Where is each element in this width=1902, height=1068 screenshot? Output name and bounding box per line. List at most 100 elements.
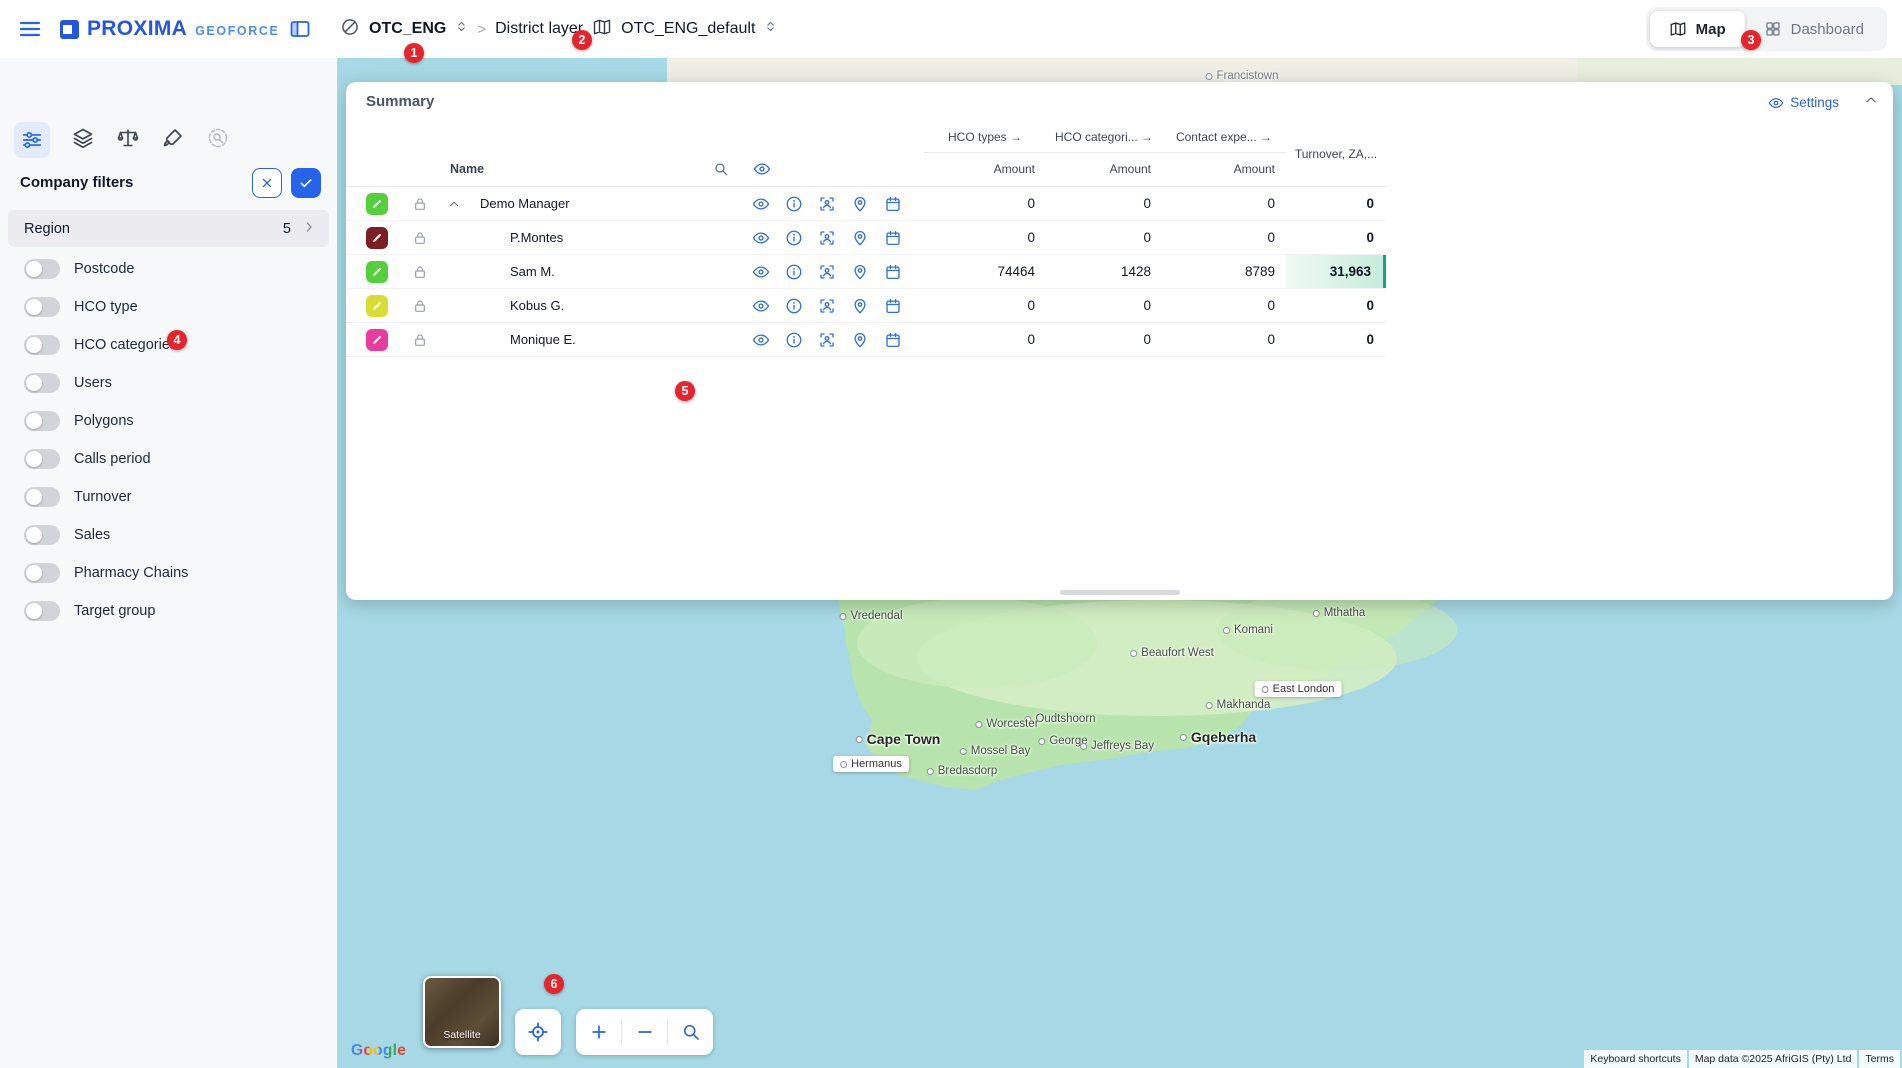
calendar-icon[interactable] <box>884 229 902 247</box>
zoom-in-button[interactable] <box>576 1009 621 1055</box>
user-focus-icon[interactable] <box>818 263 836 281</box>
table-row-sam-m[interactable]: Sam M. 74464 1428 8789 31,963 <box>346 255 1386 289</box>
column-group-hco-categories[interactable]: HCO categori... → <box>1055 130 1153 144</box>
visibility-icon[interactable] <box>752 229 770 247</box>
panel-resize-handle[interactable] <box>1060 590 1180 595</box>
lock-icon[interactable] <box>402 255 438 288</box>
city-dot <box>1223 627 1230 634</box>
location-pin-icon[interactable] <box>851 297 869 315</box>
target-group-toggle[interactable] <box>24 601 60 621</box>
satellite-view-toggle[interactable]: Satellite <box>423 976 501 1048</box>
table-row-kobus-g[interactable]: Kobus G. 0 0 0 0 <box>346 289 1386 323</box>
table-row-monique-e[interactable]: Monique E. 0 0 0 0 <box>346 323 1386 357</box>
calendar-icon[interactable] <box>884 297 902 315</box>
map-city-label: Beaufort West <box>1130 647 1214 659</box>
polygons-toggle[interactable] <box>24 411 60 431</box>
info-icon[interactable] <box>785 229 803 247</box>
visibility-icon[interactable] <box>752 297 770 315</box>
turnover-toggle[interactable] <box>24 487 60 507</box>
keyboard-shortcuts-link[interactable]: Keyboard shortcuts <box>1584 1050 1686 1068</box>
turnover-value: 0 <box>1286 187 1386 220</box>
brand-suffix: GEOFORCE <box>195 24 279 38</box>
edit-pencil-icon[interactable] <box>366 227 388 249</box>
zoom-out-button[interactable] <box>622 1009 667 1055</box>
map-attribution: Keyboard shortcuts Map data ©2025 AfriGI… <box>1584 1050 1900 1068</box>
locate-button[interactable] <box>515 1009 561 1055</box>
lock-icon[interactable] <box>402 221 438 254</box>
city-dot <box>1038 738 1045 745</box>
column-group-hco-types[interactable]: HCO types → <box>948 130 1022 144</box>
visibility-column-icon[interactable] <box>742 160 924 178</box>
settings-button[interactable]: Settings <box>1768 95 1839 111</box>
user-focus-icon[interactable] <box>818 229 836 247</box>
breadcrumb-layer[interactable]: District layer <box>495 20 583 38</box>
info-icon[interactable] <box>785 263 803 281</box>
hco-categories-toggle[interactable] <box>24 335 60 355</box>
collapse-row-icon[interactable] <box>438 187 470 220</box>
visibility-icon[interactable] <box>752 331 770 349</box>
edit-pencil-icon[interactable] <box>366 193 388 215</box>
breadcrumb-map-config[interactable]: OTC_ENG_default <box>621 20 755 38</box>
sidebar: Company filters Region 5 Postcode HCO ty… <box>0 58 337 1068</box>
table-row-demo-manager[interactable]: Demo Manager 0 0 0 0 <box>346 187 1386 221</box>
map-search-button[interactable] <box>668 1009 713 1055</box>
sales-toggle[interactable] <box>24 525 60 545</box>
column-group-contact-expenses[interactable]: Contact expe... → <box>1176 130 1272 144</box>
calendar-icon[interactable] <box>884 263 902 281</box>
users-toggle[interactable] <box>24 373 60 393</box>
search-icon[interactable] <box>713 161 729 177</box>
annotation-badge-5: 5 <box>675 381 695 401</box>
region-count: 5 <box>283 221 291 237</box>
collapse-panel-button[interactable] <box>1863 92 1879 113</box>
clear-filters-button[interactable] <box>252 168 282 198</box>
tab-map[interactable]: Map <box>1650 11 1745 47</box>
row-name: P.Montes <box>470 221 742 254</box>
table-row-p-montes[interactable]: P.Montes 0 0 0 0 <box>346 221 1386 255</box>
filters-tool-icon[interactable] <box>14 122 50 158</box>
map-config-selector-icon[interactable] <box>764 20 777 38</box>
tab-dashboard[interactable]: Dashboard <box>1745 11 1883 47</box>
compare-tool-icon[interactable] <box>116 126 140 155</box>
calendar-icon[interactable] <box>884 331 902 349</box>
minus-icon <box>635 1022 655 1042</box>
project-selector-icon[interactable] <box>455 20 468 38</box>
info-icon[interactable] <box>785 297 803 315</box>
user-focus-icon[interactable] <box>818 297 836 315</box>
visibility-icon[interactable] <box>752 195 770 213</box>
edit-pencil-icon[interactable] <box>366 329 388 351</box>
calls-period-toggle[interactable] <box>24 449 60 469</box>
hco-type-toggle[interactable] <box>24 297 60 317</box>
edit-pencil-icon[interactable] <box>366 295 388 317</box>
lock-icon[interactable] <box>402 323 438 356</box>
style-brush-tool-icon[interactable] <box>161 126 185 155</box>
info-icon[interactable] <box>785 331 803 349</box>
location-pin-icon[interactable] <box>851 331 869 349</box>
area-search-tool-icon[interactable] <box>206 126 230 155</box>
info-icon[interactable] <box>785 195 803 213</box>
annotation-badge-6: 6 <box>544 974 564 994</box>
region-filter-row[interactable]: Region 5 <box>8 210 329 247</box>
chevron-right-icon <box>301 219 317 239</box>
pharmacy-chains-toggle[interactable] <box>24 563 60 583</box>
hco-categories-amount: 0 <box>1046 187 1162 220</box>
location-pin-icon[interactable] <box>851 195 869 213</box>
column-group-turnover[interactable]: Turnover, ZA,... <box>1295 147 1377 161</box>
layers-tool-icon[interactable] <box>71 126 95 155</box>
location-pin-icon[interactable] <box>851 229 869 247</box>
map-canvas[interactable]: Francistown Vredendal Mthatha Komani Bea… <box>337 58 1902 1068</box>
terms-link[interactable]: Terms <box>1859 1050 1900 1068</box>
location-pin-icon[interactable] <box>851 263 869 281</box>
menu-icon[interactable] <box>18 17 42 46</box>
user-focus-icon[interactable] <box>818 331 836 349</box>
lock-icon[interactable] <box>402 187 438 220</box>
panel-title: Summary <box>366 93 434 110</box>
sidebar-toggle-icon[interactable] <box>288 17 312 46</box>
calendar-icon[interactable] <box>884 195 902 213</box>
user-focus-icon[interactable] <box>818 195 836 213</box>
visibility-icon[interactable] <box>752 263 770 281</box>
edit-pencil-icon[interactable] <box>366 261 388 283</box>
lock-icon[interactable] <box>402 289 438 322</box>
breadcrumb-project[interactable]: OTC_ENG <box>369 20 446 38</box>
postcode-toggle[interactable] <box>24 259 60 279</box>
apply-filters-button[interactable] <box>291 168 321 198</box>
